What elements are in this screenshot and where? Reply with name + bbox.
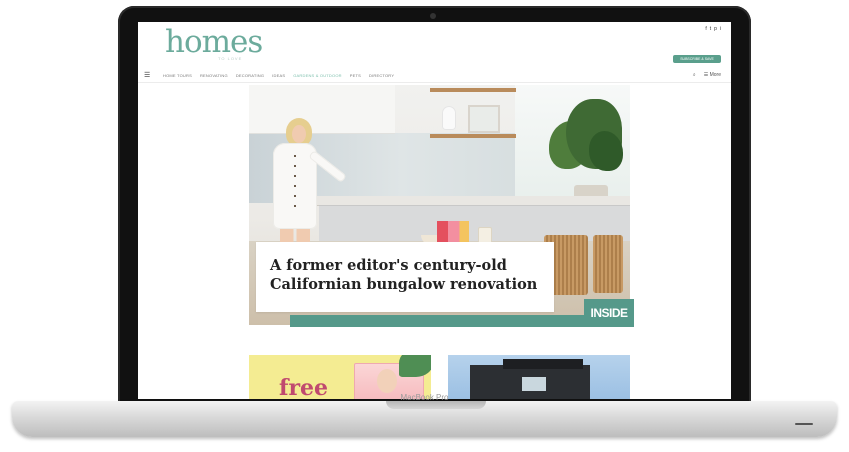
- menu-icon[interactable]: ☰: [144, 72, 150, 79]
- shelf: [430, 88, 516, 92]
- facebook-icon[interactable]: f: [705, 27, 706, 32]
- rattan-chair: [593, 235, 623, 293]
- main-nav: ☰ HOME TOURS RENOVATING DECORATING IDEAS…: [138, 70, 731, 83]
- nav-item-home-tours[interactable]: HOME TOURS: [163, 73, 192, 78]
- vase: [442, 106, 456, 130]
- nav-item-pets[interactable]: PETS: [350, 73, 361, 78]
- hero-headline[interactable]: A former editor's century-old California…: [270, 256, 550, 294]
- upper-cabinet: [249, 85, 395, 134]
- more-menu[interactable]: ☰ More: [704, 72, 721, 78]
- hero-caption-card[interactable]: A former editor's century-old California…: [256, 242, 554, 312]
- benchtop: [309, 196, 630, 205]
- leaf-decoration: [399, 355, 431, 377]
- house-roof: [503, 359, 583, 369]
- hero-accent-bar: [290, 315, 634, 327]
- nav-item-decorating[interactable]: DECORATING: [236, 73, 264, 78]
- person-face: [292, 125, 306, 143]
- picture-frame: [468, 105, 500, 133]
- subscribe-button[interactable]: SUBSCRIBE & SAVE: [673, 55, 721, 63]
- side-slot: [795, 423, 813, 425]
- search-icon[interactable]: ⌕: [693, 72, 696, 78]
- dress-buttons: [294, 155, 296, 215]
- laptop-base: MacBook Pro: [12, 393, 837, 437]
- twitter-icon[interactable]: t: [710, 27, 711, 32]
- nav-item-gardens-outdoor[interactable]: GARDENS & OUTDOOR: [293, 73, 342, 78]
- nav-right: ⌕ ☰ More: [693, 72, 721, 78]
- social-links: f t p i: [705, 27, 721, 32]
- model-label: MacBook Pro: [400, 393, 449, 402]
- nav-item-directory[interactable]: DIRECTORY: [369, 73, 394, 78]
- shelf: [430, 134, 516, 138]
- cover-person: [377, 369, 397, 393]
- site-logo[interactable]: homes: [165, 27, 263, 58]
- camera-icon: [430, 13, 436, 19]
- browser-screen: homes TO LOVE f t p i SUBSCRIBE & SAVE ☰…: [138, 22, 731, 399]
- instagram-icon[interactable]: i: [720, 27, 721, 32]
- inside-badge: INSIDE: [584, 299, 634, 327]
- trackpad-notch: [386, 401, 486, 409]
- pinterest-icon[interactable]: p: [714, 27, 717, 32]
- nav-items: HOME TOURS RENOVATING DECORATING IDEAS G…: [163, 73, 394, 78]
- nav-item-ideas[interactable]: IDEAS: [272, 73, 285, 78]
- house-window: [522, 377, 546, 391]
- site-tagline: TO LOVE: [218, 56, 243, 61]
- plant: [589, 131, 623, 171]
- nav-item-renovating[interactable]: RENOVATING: [200, 73, 228, 78]
